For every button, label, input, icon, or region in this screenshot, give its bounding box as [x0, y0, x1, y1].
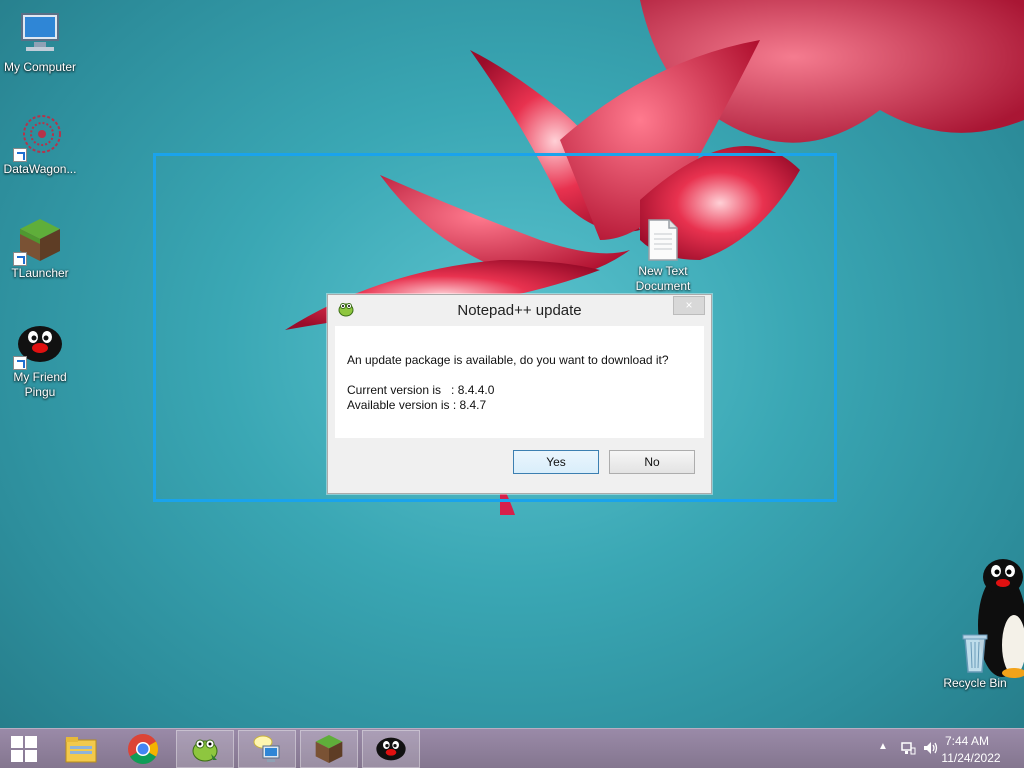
- desktop-icon-recycle-bin[interactable]: Recycle Bin: [935, 630, 1015, 691]
- desktop-icon-my-friend-pingu[interactable]: My Friend Pingu: [0, 320, 80, 400]
- start-button[interactable]: [0, 729, 48, 768]
- windows-logo-icon: [11, 736, 37, 762]
- notepad-plus-plus-icon: [192, 739, 218, 762]
- clock-time[interactable]: 7:44 AM: [932, 734, 1002, 748]
- close-button[interactable]: ×: [673, 296, 705, 315]
- taskbar-chrome[interactable]: [114, 730, 172, 768]
- taskbar-update-app[interactable]: [238, 730, 296, 768]
- desktop-icon-my-computer[interactable]: My Computer: [0, 10, 80, 75]
- pingu-icon: [376, 737, 406, 761]
- taskbar-file-explorer[interactable]: [52, 730, 110, 768]
- update-computer-icon: [253, 735, 280, 762]
- desktop-icon-label: My Friend Pingu: [13, 370, 67, 399]
- desktop-icon-label: Recycle Bin: [943, 676, 1007, 690]
- no-button[interactable]: No: [609, 450, 695, 474]
- current-version-text: Current version is : 8.4.4.0: [347, 383, 495, 397]
- shortcut-arrow-icon: [13, 148, 27, 162]
- computer-icon: [16, 10, 64, 58]
- update-message: An update package is available, do you w…: [347, 353, 669, 367]
- show-hidden-icons-icon[interactable]: ▲: [878, 741, 888, 752]
- chrome-icon: [128, 734, 159, 765]
- notepad-update-dialog: Notepad++ update × An update package is …: [327, 294, 712, 494]
- yes-button[interactable]: Yes: [513, 450, 599, 474]
- available-version-text: Available version is : 8.4.7: [347, 398, 487, 412]
- desktop-icon-label: My Computer: [3, 60, 77, 74]
- network-icon[interactable]: [900, 740, 916, 759]
- minecraft-icon: [315, 735, 343, 763]
- taskbar-notepad-plus-plus[interactable]: [176, 730, 234, 768]
- desktop-icon-label: TLauncher: [11, 266, 69, 280]
- recycle-bin-icon: [955, 630, 995, 674]
- desktop-icon-datawagon[interactable]: DataWagon...: [0, 112, 80, 177]
- dialog-title: Notepad++ update: [457, 302, 582, 319]
- taskbar-pingu[interactable]: [362, 730, 420, 768]
- taskbar: ▲ 7:44 AM 11/24/2022: [0, 728, 1024, 768]
- desktop-icon-tlauncher[interactable]: TLauncher: [0, 216, 80, 281]
- minecraft-block-icon: [13, 216, 64, 266]
- shortcut-arrow-icon: [13, 252, 27, 266]
- pingu-icon: [13, 320, 64, 370]
- system-tray: ▲ 7:44 AM 11/24/2022: [864, 729, 1024, 768]
- datawagon-icon: [13, 112, 64, 162]
- clock-date[interactable]: 11/24/2022: [932, 751, 1010, 765]
- file-explorer-icon: [65, 737, 97, 763]
- dialog-titlebar[interactable]: Notepad++ update ×: [328, 295, 711, 325]
- taskbar-minecraft[interactable]: [300, 730, 358, 768]
- dialog-content: An update package is available, do you w…: [335, 326, 704, 438]
- shortcut-arrow-icon: [13, 356, 27, 370]
- desktop-icon-label: DataWagon...: [3, 162, 77, 176]
